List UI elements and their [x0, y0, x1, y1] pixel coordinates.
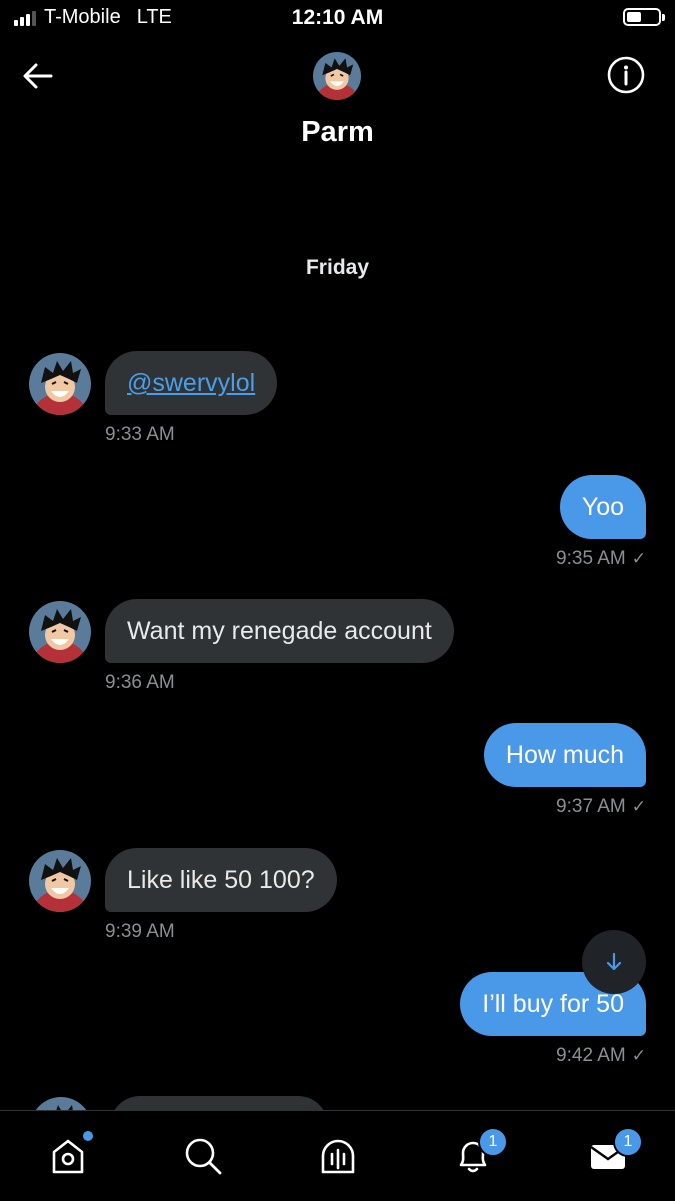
incoming-message[interactable]: Want my renegade account: [105, 599, 454, 663]
home-icon: [52, 1139, 84, 1174]
sent-check-icon: ✓: [631, 797, 646, 816]
nav-spaces[interactable]: [313, 1131, 363, 1181]
info-icon: [607, 56, 645, 94]
bottom-nav: 1 1: [0, 1110, 675, 1201]
message-time: 9:35 AM: [556, 548, 626, 569]
message-time-row: 9:37 AM ✓: [556, 796, 646, 818]
arrow-down-icon: [606, 952, 622, 971]
status-time: 12:10 AM: [291, 6, 384, 29]
sent-check-icon: ✓: [631, 549, 646, 568]
spaces-icon: [321, 1139, 355, 1174]
messages-badge: 1: [613, 1127, 643, 1157]
avatar[interactable]: [29, 353, 91, 415]
scroll-to-bottom-button[interactable]: [582, 930, 646, 994]
message-time-row: 9:42 AM ✓: [556, 1045, 646, 1067]
nav-home[interactable]: [43, 1131, 93, 1181]
message-time: 9:33 AM: [105, 424, 175, 445]
battery-icon: [623, 8, 665, 26]
search-icon: [185, 1138, 222, 1175]
message-time: 9:39 AM: [105, 921, 175, 942]
day-separator: Friday: [305, 256, 370, 279]
message-time: 9:37 AM: [556, 796, 626, 817]
header-avatar[interactable]: [313, 52, 361, 100]
home-notification-dot: [83, 1131, 93, 1141]
mention-link[interactable]: @swervylol: [127, 369, 255, 397]
outgoing-message[interactable]: Yoo: [559, 475, 646, 539]
avatar[interactable]: [29, 601, 91, 663]
avatar[interactable]: [29, 850, 91, 912]
incoming-message[interactable]: @swervylol: [105, 351, 278, 415]
nav-notifications[interactable]: 1: [448, 1127, 508, 1181]
back-button[interactable]: [18, 56, 58, 96]
outgoing-message[interactable]: How much: [483, 723, 646, 787]
message-time: 9:42 AM: [556, 1045, 626, 1066]
nav-search[interactable]: [178, 1131, 228, 1181]
conversation-title[interactable]: Parm: [0, 116, 675, 149]
nav-messages[interactable]: 1: [583, 1127, 643, 1181]
sent-check-icon: ✓: [631, 1046, 646, 1065]
message-time-row: 9:35 AM ✓: [556, 548, 646, 570]
arrow-left-icon: [23, 63, 53, 89]
info-button[interactable]: [607, 56, 645, 94]
incoming-message[interactable]: Like like 50 100?: [105, 848, 337, 912]
notifications-badge: 1: [478, 1127, 508, 1157]
message-time: 9:36 AM: [105, 672, 175, 693]
